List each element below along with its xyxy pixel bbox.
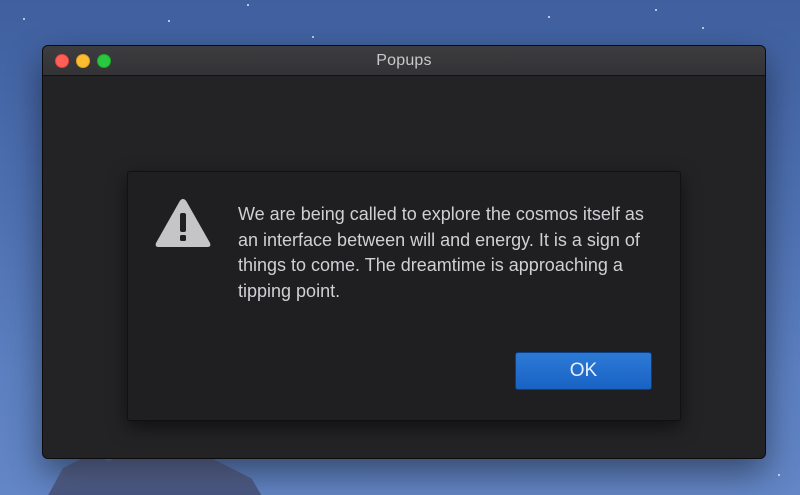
window-title: Popups: [376, 52, 432, 69]
title-bar[interactable]: Popups: [43, 46, 765, 76]
star: [168, 20, 170, 22]
star: [247, 4, 249, 6]
window-content: We are being called to explore the cosmo…: [43, 76, 765, 458]
star: [23, 18, 25, 20]
warning-icon: [155, 199, 211, 247]
alert-dialog: We are being called to explore the cosmo…: [127, 171, 681, 421]
star: [312, 36, 314, 38]
star: [778, 474, 780, 476]
star: [702, 27, 704, 29]
dialog-message: We are being called to explore the cosmo…: [238, 204, 644, 301]
ok-button[interactable]: OK: [515, 352, 652, 390]
star: [548, 16, 550, 18]
star: [655, 9, 657, 11]
popups-window: Popups We are being called to explore th…: [42, 45, 766, 459]
